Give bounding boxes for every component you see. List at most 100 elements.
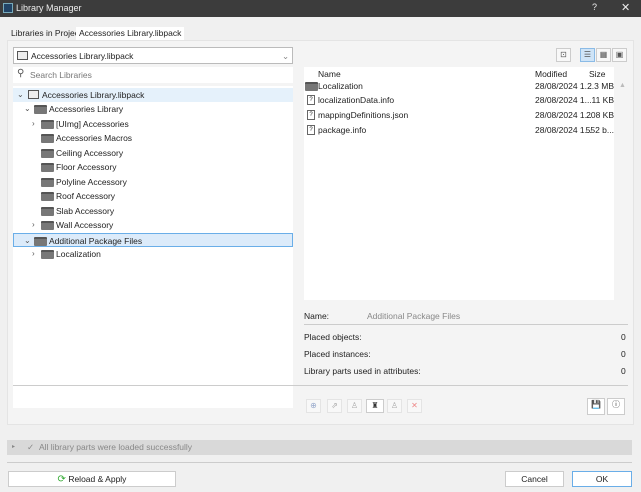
- tree-item[interactable]: Slab Accessory: [13, 204, 293, 218]
- folder-icon: [41, 178, 54, 187]
- library-dropdown[interactable]: Accessories Library.libpack ⌄: [13, 47, 293, 64]
- tree-item-label: Slab Accessory: [56, 206, 115, 216]
- help-button[interactable]: ?: [592, 2, 597, 12]
- tree-item[interactable]: Polyline Accessory: [13, 175, 293, 189]
- library-icon: [28, 90, 39, 99]
- tree-item-label: Wall Accessory: [56, 220, 114, 230]
- chevron-down-icon: ⌄: [24, 236, 31, 245]
- folder-icon: [41, 134, 54, 143]
- search-placeholder: Search Libraries: [30, 70, 92, 80]
- tree-item-label: Accessories Library.libpack: [42, 90, 145, 100]
- scroll-up-arrow[interactable]: ▲: [619, 82, 626, 89]
- export-folder-icon[interactable]: ⇗: [327, 399, 342, 413]
- title-bar: Library Manager ? ✕: [0, 0, 641, 17]
- attributes-value: 0: [621, 366, 626, 376]
- list-view-icon[interactable]: ☰: [580, 48, 595, 62]
- column-header-modified[interactable]: Modified: [535, 69, 567, 79]
- add-folder-icon[interactable]: ⊕: [306, 399, 321, 413]
- file-row[interactable]: ? package.info 28/08/2024 1... 552 b...: [304, 123, 614, 137]
- tree-item[interactable]: › Wall Accessory: [13, 218, 293, 232]
- file-row[interactable]: ? mappingDefinitions.json 28/08/2024 1..…: [304, 108, 614, 122]
- status-bar: ▸ ✓ All library parts were loaded succes…: [7, 440, 632, 455]
- reload-apply-button[interactable]: ⟳ Reload & Apply: [8, 471, 176, 487]
- tab-libraries-in-project[interactable]: Libraries in Project: [8, 27, 84, 40]
- file-name: mappingDefinitions.json: [318, 110, 409, 120]
- reload-apply-label: Reload & Apply: [68, 474, 127, 484]
- close-button[interactable]: ✕: [621, 1, 630, 14]
- column-header-name[interactable]: Name: [318, 69, 341, 79]
- new-object-icon[interactable]: ♙: [387, 399, 402, 413]
- folder-icon: [41, 250, 54, 259]
- tree-item-label: Accessories Macros: [56, 133, 133, 143]
- folder-icon: [34, 237, 47, 246]
- chevron-right-icon: ›: [32, 249, 35, 258]
- search-input[interactable]: ⚲ Search Libraries: [13, 67, 293, 83]
- divider: [7, 462, 632, 463]
- file-name: package.info: [318, 125, 367, 135]
- tree-item-label: Accessories Library: [49, 104, 124, 114]
- tree-item[interactable]: › [UImg] Accessories: [13, 117, 293, 131]
- folder-icon: [41, 221, 54, 230]
- folder-icon: [41, 163, 54, 172]
- tree-item-label: Ceiling Accessory: [56, 148, 124, 158]
- folder-icon: [41, 207, 54, 216]
- file-size: 2.3 MB: [587, 81, 614, 91]
- chevron-down-icon: ⌄: [17, 90, 24, 99]
- detail-view-icon[interactable]: ▦: [596, 48, 611, 62]
- tree-item[interactable]: › Localization: [13, 247, 293, 261]
- column-header-size[interactable]: Size: [589, 69, 606, 79]
- chevron-down-icon: ⌄: [282, 51, 290, 61]
- app-icon: [3, 3, 13, 13]
- folder-icon: [305, 82, 318, 91]
- search-icon: ⚲: [17, 68, 25, 79]
- tab-accessories-library[interactable]: Accessories Library.libpack: [76, 27, 185, 40]
- divider: [13, 385, 628, 386]
- tree-item[interactable]: ⌄ Accessories Library.libpack: [13, 88, 293, 102]
- delete-icon[interactable]: ✕: [407, 399, 422, 413]
- file-icon: ?: [307, 95, 315, 105]
- file-row[interactable]: ? localizationData.info 28/08/2024 1... …: [304, 93, 614, 107]
- status-message: All library parts were loaded successful…: [39, 442, 193, 452]
- chevron-right-icon: ›: [32, 119, 35, 128]
- browse-folder-button[interactable]: ⊡: [556, 48, 571, 62]
- name-value: Additional Package Files: [367, 311, 461, 321]
- file-list: Name Modified Size Localization 28/08/20…: [304, 67, 614, 300]
- tree-item[interactable]: Floor Accessory: [13, 160, 293, 174]
- attributes-label: Library parts used in attributes:: [304, 366, 421, 376]
- tree-item[interactable]: Accessories Macros: [13, 131, 293, 145]
- expand-icon[interactable]: ▸: [12, 440, 15, 455]
- tree-item-label: Polyline Accessory: [56, 177, 127, 187]
- chevron-down-icon: ⌄: [24, 104, 31, 113]
- library-icon: [17, 51, 28, 60]
- tree-item-label: Additional Package Files: [49, 236, 143, 246]
- preview-view-icon[interactable]: ▣: [612, 48, 627, 62]
- cancel-button[interactable]: Cancel: [505, 471, 564, 487]
- file-icon: ?: [307, 110, 315, 120]
- file-size: 208 KB: [586, 110, 614, 120]
- library-tree[interactable]: ⌄ Accessories Library.libpack ⌄ Accessor…: [13, 86, 293, 408]
- divider: [304, 324, 628, 325]
- tree-item-label: Localization: [56, 249, 101, 259]
- file-size: 552 b...: [585, 125, 614, 135]
- tree-item[interactable]: Roof Accessory: [13, 189, 293, 203]
- library-dropdown-value: Accessories Library.libpack: [31, 51, 134, 61]
- add-object-icon[interactable]: ♙: [347, 399, 362, 413]
- reload-icon: ⟳: [57, 474, 66, 485]
- placed-instances-label: Placed instances:: [304, 349, 371, 359]
- checkmark-icon: ✓: [27, 442, 35, 452]
- tree-item-label: Roof Accessory: [56, 191, 116, 201]
- tree-item[interactable]: ⌄ Accessories Library: [13, 102, 293, 116]
- tree-item-selected[interactable]: ⌄ Additional Package Files: [13, 233, 293, 247]
- window-title: Library Manager: [16, 3, 82, 13]
- tree-item-label: [UImg] Accessories: [56, 119, 129, 129]
- objects-icon[interactable]: ♜: [366, 399, 384, 413]
- file-name: Localization: [318, 81, 363, 91]
- tree-item[interactable]: Ceiling Accessory: [13, 146, 293, 160]
- save-icon[interactable]: 💾: [587, 398, 605, 415]
- placed-instances-value: 0: [621, 349, 626, 359]
- folder-icon: [41, 192, 54, 201]
- ok-button[interactable]: OK: [572, 471, 632, 487]
- info-icon[interactable]: ⓘ: [607, 398, 625, 415]
- file-row[interactable]: Localization 28/08/2024 1... 2.3 MB: [304, 79, 614, 93]
- name-label: Name:: [304, 311, 330, 321]
